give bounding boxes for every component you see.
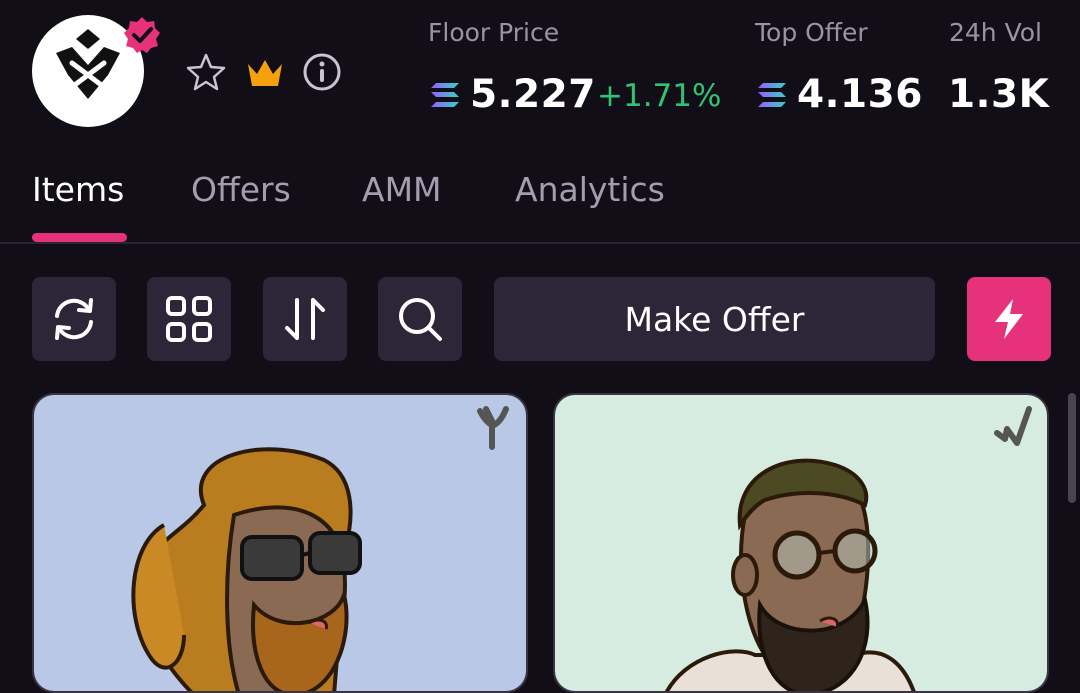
sort-button[interactable] [263,277,347,361]
tabs-divider [0,242,1080,244]
tab-offers[interactable]: Offers [191,170,291,209]
volume-value: 1.3K [948,72,1050,117]
star-icon[interactable] [186,52,226,92]
scrollbar[interactable] [1068,393,1076,503]
nft-image [555,395,1047,691]
floor-price-label: Floor Price [428,18,560,47]
sort-icon [285,298,325,340]
refresh-button[interactable] [32,277,116,361]
refresh-icon [55,298,93,340]
crown-icon[interactable] [245,52,285,92]
floor-price-value: 5.227 [470,72,596,117]
tab-analytics[interactable]: Analytics [515,170,665,209]
top-offer-label: Top Offer [755,18,868,47]
search-icon [399,298,442,341]
volume-label: 24h Vol [949,18,1043,47]
tab-amm[interactable]: AMM [362,170,442,209]
floor-price-change: +1.71% [597,78,722,114]
grid-icon [166,296,212,342]
search-button[interactable] [378,277,462,361]
info-icon[interactable] [302,52,342,92]
lightning-icon [995,299,1023,339]
instant-buy-button[interactable] [967,277,1051,361]
nft-card[interactable] [553,393,1049,693]
verified-badge-icon [122,15,162,55]
grid-view-button[interactable] [147,277,231,361]
top-offer-value: 4.136 [797,72,923,117]
active-tab-indicator [32,233,127,242]
rune-j-icon [994,406,1032,446]
tab-items[interactable]: Items [32,170,124,209]
make-offer-button[interactable]: Make Offer [494,277,935,361]
solana-icon [430,81,460,109]
nft-card[interactable] [32,393,528,693]
solana-icon [757,81,787,109]
rune-y-icon [477,406,509,450]
nft-image [34,395,526,691]
